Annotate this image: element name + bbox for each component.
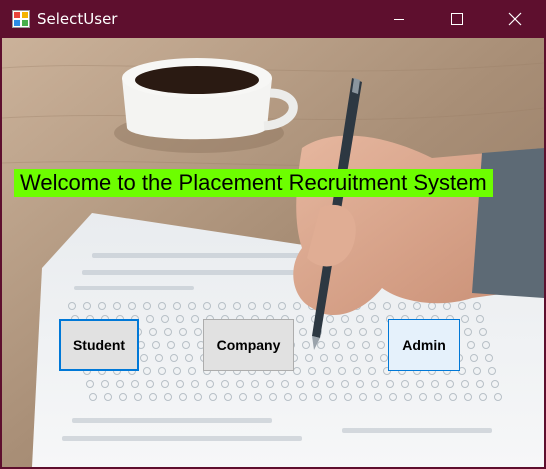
admin-button[interactable]: Admin (388, 319, 460, 371)
close-button[interactable] (486, 0, 544, 38)
welcome-banner: Welcome to the Placement Recruitment Sys… (14, 169, 493, 197)
title-bar[interactable]: SelectUser (0, 0, 546, 38)
student-button[interactable]: Student (59, 319, 139, 371)
maximize-icon (451, 13, 463, 25)
minimize-button[interactable] (370, 0, 428, 38)
close-icon (508, 12, 522, 26)
maximize-button[interactable] (428, 0, 486, 38)
form-client-area: Welcome to the Placement Recruitment Sys… (2, 38, 544, 467)
company-button[interactable]: Company (203, 319, 294, 371)
window-title: SelectUser (37, 10, 118, 28)
minimize-icon (394, 19, 404, 20)
app-window: SelectUser Welcome to the Placement Recr… (0, 0, 546, 469)
app-icon (12, 10, 30, 28)
background-image (2, 38, 544, 467)
